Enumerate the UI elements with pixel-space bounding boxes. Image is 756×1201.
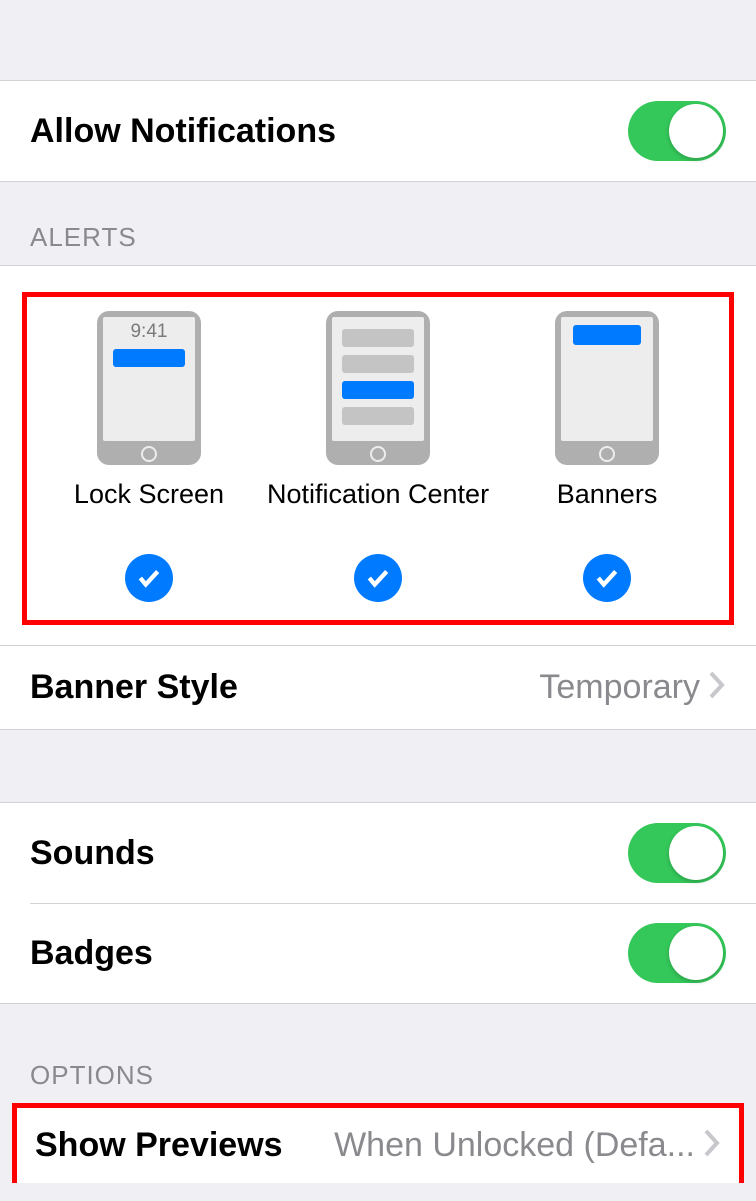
sounds-label: Sounds	[30, 834, 155, 873]
alerts-group: 9:41 Lock Screen Notification Cen	[0, 265, 756, 730]
alerts-container: 9:41 Lock Screen Notification Cen	[22, 292, 734, 625]
badges-label: Badges	[30, 934, 153, 973]
sounds-badges-group: Sounds Badges	[0, 802, 756, 1004]
alert-notification-center[interactable]: Notification Center	[267, 311, 489, 602]
show-previews-value: When Unlocked (Defa...	[334, 1126, 695, 1165]
home-button-icon	[370, 446, 386, 462]
top-spacer	[0, 0, 756, 80]
show-previews-label: Show Previews	[35, 1126, 283, 1165]
banner-style-value: Temporary	[539, 668, 700, 707]
sounds-row[interactable]: Sounds	[0, 803, 756, 903]
home-button-icon	[141, 446, 157, 462]
phone-mock-icon	[555, 311, 659, 465]
badges-row[interactable]: Badges	[0, 903, 756, 1003]
options-section-header: OPTIONS	[0, 1004, 756, 1103]
alert-label: Lock Screen	[74, 479, 224, 510]
allow-notifications-label: Allow Notifications	[30, 112, 336, 151]
alert-label: Notification Center	[267, 479, 489, 510]
blue-bar-icon	[113, 349, 185, 367]
show-previews-highlight: Show Previews When Unlocked (Defa...	[12, 1103, 744, 1183]
show-previews-row[interactable]: Show Previews When Unlocked (Defa...	[17, 1108, 739, 1183]
checkmark-icon	[125, 554, 173, 602]
allow-notifications-toggle[interactable]	[628, 101, 726, 161]
alerts-section-header: ALERTS	[0, 182, 756, 265]
lock-screen-time: 9:41	[109, 321, 189, 343]
gray-bar-icon	[342, 407, 414, 425]
gray-bar-icon	[342, 329, 414, 347]
alert-banners[interactable]: Banners	[499, 311, 715, 602]
badges-toggle[interactable]	[628, 923, 726, 983]
allow-notifications-row[interactable]: Allow Notifications	[0, 80, 756, 182]
alert-lock-screen[interactable]: 9:41 Lock Screen	[41, 311, 257, 602]
blue-bar-icon	[342, 381, 414, 399]
phone-mock-icon	[326, 311, 430, 465]
blue-bar-icon	[573, 325, 641, 345]
checkmark-icon	[354, 554, 402, 602]
phone-mock-icon: 9:41	[97, 311, 201, 465]
chevron-right-icon	[703, 1128, 721, 1163]
banner-style-row[interactable]: Banner Style Temporary	[0, 645, 756, 729]
sounds-toggle[interactable]	[628, 823, 726, 883]
home-button-icon	[599, 446, 615, 462]
alert-label: Banners	[557, 479, 658, 510]
gray-bar-icon	[342, 355, 414, 373]
banner-style-label: Banner Style	[30, 668, 238, 707]
checkmark-icon	[583, 554, 631, 602]
chevron-right-icon	[708, 670, 726, 705]
section-gap	[0, 730, 756, 802]
